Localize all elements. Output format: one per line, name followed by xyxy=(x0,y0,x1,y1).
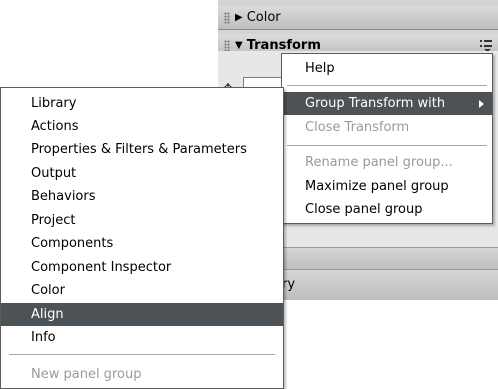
menu-item-group-transform-with[interactable]: Group Transform with xyxy=(282,92,492,115)
gripper-icon[interactable] xyxy=(224,11,230,24)
screenshot-stage: ▶ Color ▼ Transform ✥ ry Help xyxy=(0,0,498,389)
menu-item-new-panel-group[interactable]: New panel group xyxy=(1,363,283,386)
menu-item-project[interactable]: Project xyxy=(1,209,283,232)
submenu-arrow-icon xyxy=(479,100,484,108)
menu-item-maximize-panel-group[interactable]: Maximize panel group xyxy=(282,175,492,198)
menu-item-label: Components xyxy=(31,236,114,251)
menu-item-align[interactable]: Align xyxy=(1,303,283,326)
menu-item-components[interactable]: Components xyxy=(1,232,283,255)
menu-item-label: Align xyxy=(31,307,64,322)
group-with-submenu: Library Actions Properties & Filters & P… xyxy=(0,87,284,389)
menu-item-color[interactable]: Color xyxy=(1,279,283,302)
menu-item-label: Actions xyxy=(31,119,79,134)
menu-item-output[interactable]: Output xyxy=(1,162,283,185)
menu-item-info[interactable]: Info xyxy=(1,326,283,349)
gripper-icon[interactable] xyxy=(224,39,230,52)
menu-item-label: Library xyxy=(31,96,77,111)
menu-item-help[interactable]: Help xyxy=(282,57,492,80)
menu-item-label: Maximize panel group xyxy=(305,179,449,194)
menu-item-behaviors[interactable]: Behaviors xyxy=(1,185,283,208)
color-panel-title: Color xyxy=(246,10,281,25)
menu-item-close-panel-group[interactable]: Close panel group xyxy=(282,198,492,221)
menu-item-label: Rename panel group... xyxy=(305,155,453,170)
menu-item-actions[interactable]: Actions xyxy=(1,115,283,138)
menu-item-label: Close panel group xyxy=(305,202,423,217)
menu-item-label: Color xyxy=(31,283,65,298)
menu-item-library[interactable]: Library xyxy=(1,92,283,115)
expand-arrow-icon[interactable]: ▶ xyxy=(235,12,243,23)
menu-separator xyxy=(287,145,487,146)
menu-item-label: Properties & Filters & Parameters xyxy=(31,142,247,157)
menu-item-label: Behaviors xyxy=(31,189,96,204)
menu-item-component-inspector[interactable]: Component Inspector xyxy=(1,256,283,279)
menu-separator xyxy=(287,85,487,86)
menu-item-label: Group Transform with xyxy=(305,96,446,111)
menu-item-rename-panel-group[interactable]: Rename panel group... xyxy=(282,151,492,174)
menu-item-properties-filters-parameters[interactable]: Properties & Filters & Parameters xyxy=(1,138,283,161)
menu-item-label: Close Transform xyxy=(305,120,410,135)
menu-item-label: Help xyxy=(305,61,335,76)
menu-item-label: Info xyxy=(31,330,56,345)
menu-item-label: Output xyxy=(31,166,77,181)
color-panel-header[interactable]: ▶ Color xyxy=(218,6,498,30)
menu-item-label: Project xyxy=(31,213,76,228)
panel-options-menu: Help Group Transform with Close Transfor… xyxy=(281,53,493,224)
menu-separator xyxy=(9,354,275,355)
menu-item-label: Component Inspector xyxy=(31,260,172,275)
menu-item-close-transform[interactable]: Close Transform xyxy=(282,116,492,139)
menu-item-label: New panel group xyxy=(31,367,142,382)
collapse-arrow-icon[interactable]: ▼ xyxy=(235,40,243,51)
